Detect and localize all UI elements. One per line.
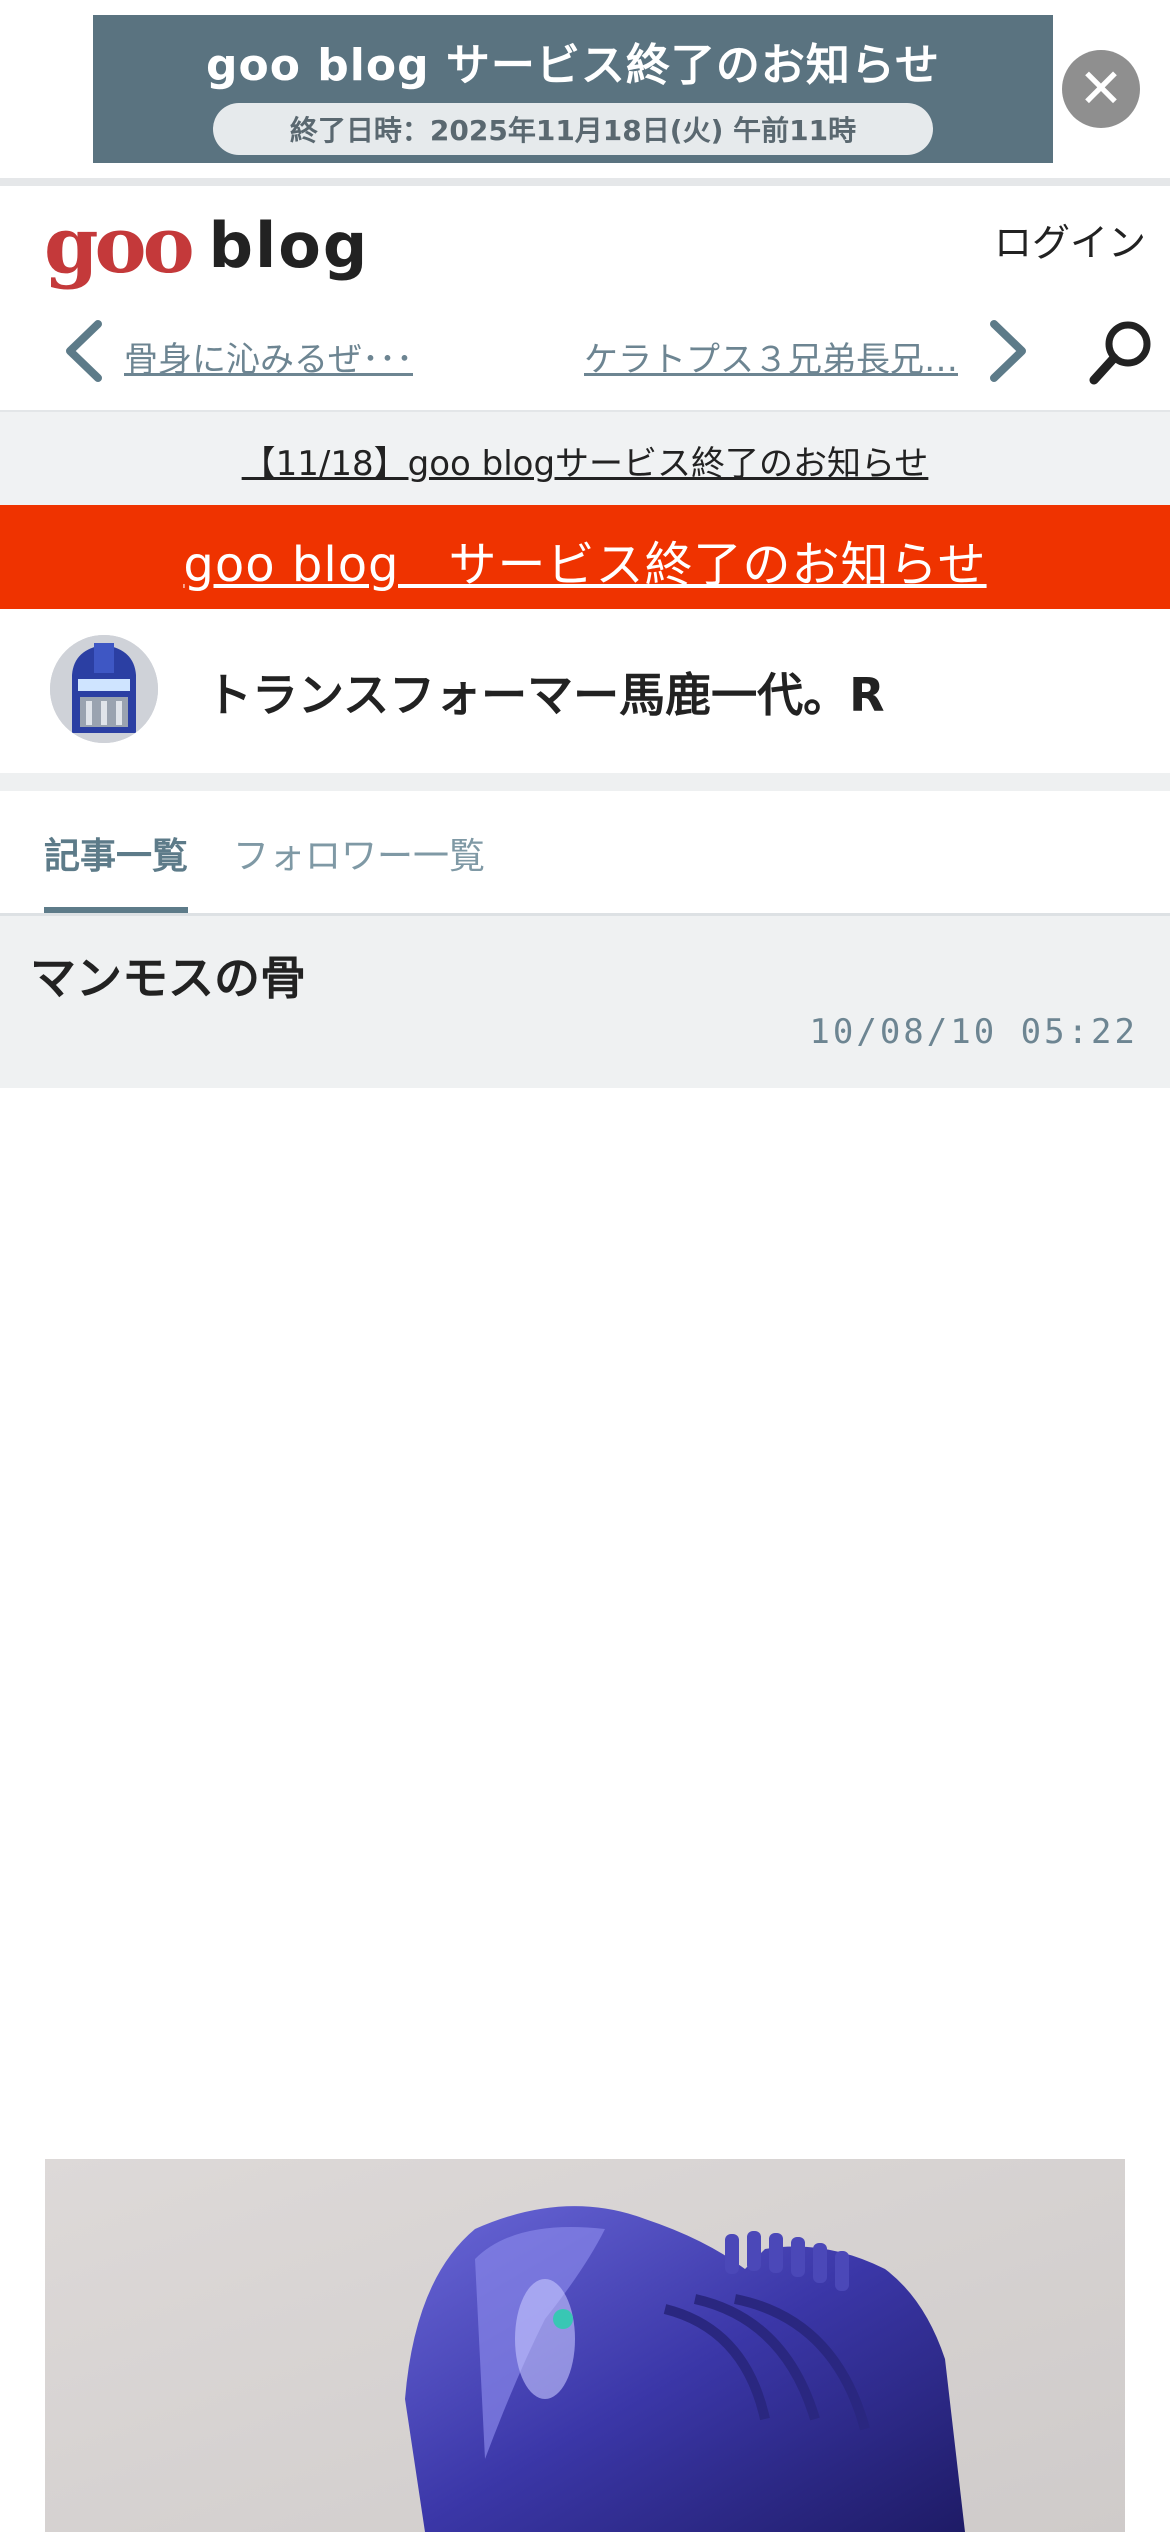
avatar-image [50,635,158,743]
ad-bar: goo blog サービス終了のお知らせ 終了日時：2025年11月18日(火)… [0,0,1170,178]
service-end-link[interactable]: goo blog サービス終了のお知らせ [0,525,1170,595]
service-end-banner: goo blog サービス終了のお知らせ [0,505,1170,609]
tab-articles[interactable]: 記事一覧 [44,827,189,913]
mammoth-skeleton-image [45,2159,1125,2532]
ad-title: goo blog サービス終了のお知らせ [205,40,940,91]
blog-title[interactable]: トランスフォーマー馬鹿一代。R [206,659,885,725]
close-icon[interactable]: ✕ [1062,50,1140,128]
ad-banner[interactable]: goo blog サービス終了のお知らせ 終了日時：2025年11月18日(火)… [93,15,1053,163]
prev-post-link[interactable]: 骨身に沁みるぜ･･･ [124,332,413,381]
tab-followers[interactable]: フォロワー一覧 [233,827,485,879]
divider [0,178,1170,186]
logo-goo: goo [44,200,195,291]
blog-header: トランスフォーマー馬鹿一代。R [0,609,1170,774]
post-title: マンモスの骨 [30,951,306,1005]
site-header: goo blog ログイン 骨身に沁みるぜ･･･ ケラトプス３兄弟長兄… [0,186,1170,410]
chevron-right-icon[interactable] [986,320,1030,382]
notice-link[interactable]: 【11/18】goo blogサービス終了のお知らせ [0,436,1170,485]
next-post-link[interactable]: ケラトプス３兄弟長兄… [584,332,960,381]
avatar[interactable] [50,635,158,743]
post-date: 10/08/10 05:22 [809,1012,1138,1052]
chevron-left-icon[interactable] [62,320,106,382]
section-gap [0,773,1170,791]
post-photo[interactable] [45,2159,1125,2532]
search-icon[interactable] [1084,316,1156,388]
goo-blog-logo[interactable]: goo blog [44,206,369,286]
blog-tabs: 記事一覧 フォロワー一覧 [0,791,1170,916]
post-header: マンモスの骨 10/08/10 05:22 [0,916,1170,1088]
post-navigation: 骨身に沁みるぜ･･･ ケラトプス３兄弟長兄… [0,310,1170,396]
notice-strip: 【11/18】goo blogサービス終了のお知らせ [0,410,1170,507]
ad-subtitle: 終了日時：2025年11月18日(火) 午前11時 [213,103,933,155]
login-link[interactable]: ログイン [994,212,1146,267]
logo-blog: blog [208,209,370,282]
